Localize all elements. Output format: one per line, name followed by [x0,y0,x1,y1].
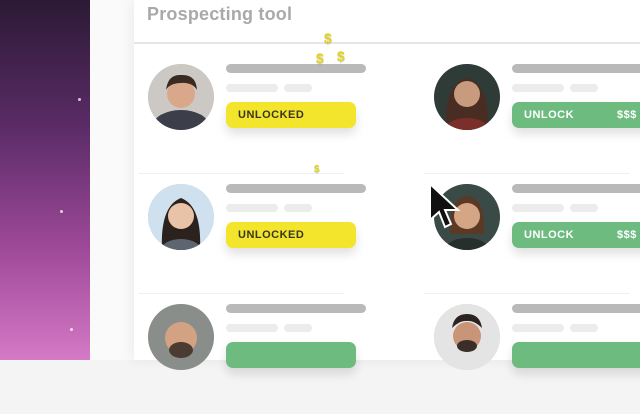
price-label: $$$ [617,229,637,241]
unlocked-button[interactable]: UNLOCKED [226,222,356,248]
unlock-label: UNLOCK [524,109,575,121]
prospect-card[interactable]: UNLOCKED [134,184,384,294]
detail-placeholder [570,204,598,212]
unlock-button[interactable]: UNLOCK $$$ [512,102,640,128]
card-divider [138,293,344,294]
name-placeholder [512,304,640,313]
prospecting-window: Prospecting tool UNLOCKED UNLOCK $$$ UNL… [134,0,640,370]
page-title: Prospecting tool [147,4,293,24]
unlock-label: UNLOCK [524,229,575,241]
detail-placeholder [226,324,278,332]
coin-sparkle-icon: $ [337,48,345,64]
detail-placeholder [512,84,564,92]
detail-placeholder [284,324,312,332]
detail-placeholder [512,324,564,332]
coin-sparkle-icon: $ [324,30,332,46]
avatar [148,64,214,130]
card-divider [424,293,630,294]
sparkle [70,328,73,331]
coin-sparkle-icon: $ [316,50,324,66]
detail-placeholder [512,204,564,212]
name-placeholder [226,64,366,73]
name-placeholder [512,184,640,193]
sparkle [60,210,63,213]
mouse-cursor-icon [429,182,461,229]
avatar [434,64,500,130]
sparkle [78,98,81,101]
coin-sparkle-icon: $ [314,164,320,175]
name-placeholder [512,64,640,73]
unlocked-label: UNLOCKED [238,229,305,241]
detail-placeholder [226,84,278,92]
name-placeholder [226,304,366,313]
window-header: Prospecting tool [134,0,640,44]
detail-placeholder [570,324,598,332]
detail-placeholder [570,84,598,92]
detail-placeholder [284,84,312,92]
unlocked-label: UNLOCKED [238,109,305,121]
unlock-button-partial[interactable] [226,342,356,368]
unlock-button[interactable]: UNLOCK $$$ [512,222,640,248]
detail-placeholder [226,204,278,212]
prospect-card[interactable] [420,304,640,414]
avatar [148,184,214,250]
unlock-button-partial[interactable] [512,342,640,368]
price-label: $$$ [617,109,637,121]
detail-placeholder [284,204,312,212]
avatar [434,304,500,370]
prospect-card[interactable]: UNLOCK $$$ [420,64,640,174]
unlocked-button[interactable]: UNLOCKED [226,102,356,128]
desktop-background [0,0,90,360]
prospect-card[interactable] [134,304,384,414]
prospect-card[interactable]: UNLOCKED [134,64,384,174]
card-divider [424,173,630,174]
app-gutter [90,0,134,360]
name-placeholder [226,184,366,193]
avatar [148,304,214,370]
